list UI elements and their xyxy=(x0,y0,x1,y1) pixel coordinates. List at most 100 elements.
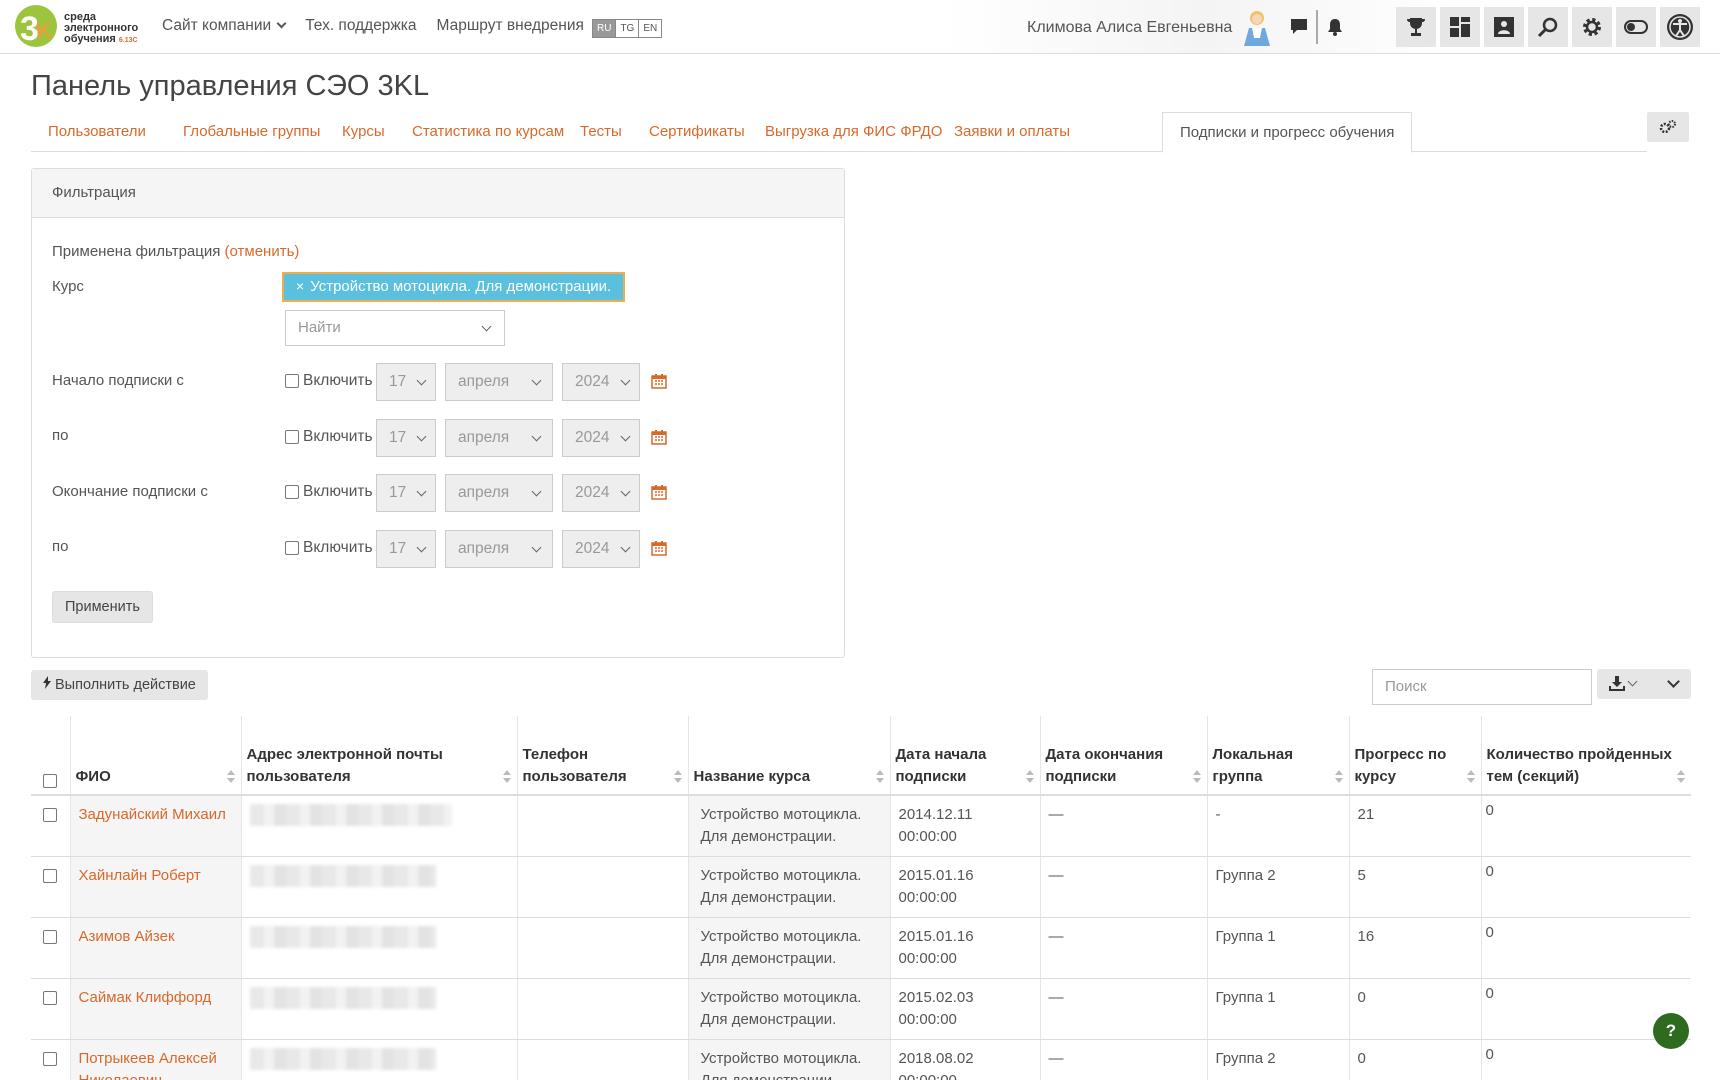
user-name-link[interactable]: Потрыкеев Алексей Николаевич xyxy=(79,1050,217,1080)
calendar-icon[interactable] xyxy=(651,373,667,389)
download-button[interactable] xyxy=(1597,669,1691,699)
help-button[interactable]: ? xyxy=(1653,1013,1689,1049)
nav-support[interactable]: Тех. поддержка xyxy=(305,17,416,35)
row-checkbox[interactable] xyxy=(43,930,58,944)
progress-cell: 16 xyxy=(1349,917,1482,979)
email-cell xyxy=(241,978,518,1040)
sort-icon[interactable] xyxy=(875,768,884,786)
calendar-icon[interactable] xyxy=(651,484,667,500)
tab-global-groups[interactable]: Глобальные группы xyxy=(166,112,337,152)
enable-label: Включить xyxy=(303,372,373,389)
lang-ru[interactable]: RU xyxy=(593,20,617,37)
execute-action-button[interactable]: Выполнить действие xyxy=(31,670,208,700)
avatar[interactable] xyxy=(1240,8,1274,48)
course-find-select[interactable]: Найти xyxy=(285,310,505,346)
col-email[interactable]: Адрес электронной почты пользователя xyxy=(241,716,518,796)
collapse-chevron-icon[interactable] xyxy=(1667,675,1680,688)
year-select[interactable]: 2024 xyxy=(562,474,640,512)
gear-icon[interactable] xyxy=(1572,7,1612,47)
col-progress[interactable]: Прогресс по курсу xyxy=(1349,716,1482,796)
enable-checkbox[interactable] xyxy=(285,541,299,555)
trophy-icon[interactable] xyxy=(1396,7,1436,47)
enable-checkbox[interactable] xyxy=(285,430,299,444)
calendar-icon[interactable] xyxy=(651,540,667,556)
email-cell xyxy=(241,856,518,918)
col-end-date[interactable]: Дата окончания подписки xyxy=(1040,716,1208,796)
select-all-checkbox[interactable] xyxy=(43,774,58,788)
calendar-icon[interactable] xyxy=(651,429,667,445)
course-filter-chip[interactable]: × Устройство мотоцикла. Для демонстрации. xyxy=(282,272,626,302)
tab-course-stats[interactable]: Статистика по курсам xyxy=(395,112,581,152)
phone-cell xyxy=(517,795,689,857)
row-checkbox[interactable] xyxy=(43,991,58,1005)
start-date-cell: 2015.01.16 00:00:00 xyxy=(890,917,1041,979)
month-select[interactable]: апреля xyxy=(445,419,553,457)
accessibility-icon[interactable] xyxy=(1660,7,1700,47)
col-start-date[interactable]: Дата начала подписки xyxy=(890,716,1041,796)
sort-icon[interactable] xyxy=(1466,768,1475,786)
apply-button[interactable]: Применить xyxy=(52,591,153,623)
close-icon[interactable]: × xyxy=(296,278,304,294)
search-input[interactable]: Поиск xyxy=(1372,669,1592,705)
end-date-cell: — xyxy=(1040,856,1208,918)
user-name-link[interactable]: Задунайский Михаил xyxy=(79,806,226,823)
tab-courses[interactable]: Курсы xyxy=(325,112,402,152)
users-board-icon[interactable] xyxy=(1484,7,1524,47)
col-local-group[interactable]: Локальная группа xyxy=(1207,716,1350,796)
sort-icon[interactable] xyxy=(502,768,511,786)
user-name-link[interactable]: Хайнлайн Роберт xyxy=(79,867,201,884)
tab-users[interactable]: Пользователи xyxy=(31,112,163,152)
row-checkbox[interactable] xyxy=(43,808,58,822)
messages-icon[interactable] xyxy=(1286,14,1312,40)
user-name[interactable]: Климова Алиса Евгеньевна xyxy=(1027,19,1232,37)
select-all-header xyxy=(31,716,71,796)
col-fio[interactable]: ФИО xyxy=(70,716,242,796)
enable-checkbox[interactable] xyxy=(285,485,299,499)
sort-icon[interactable] xyxy=(1677,768,1685,786)
sort-icon[interactable] xyxy=(1025,768,1034,786)
day-select[interactable]: 17 xyxy=(376,363,436,401)
tab-tests[interactable]: Тесты xyxy=(563,112,639,152)
tab-fis-frdo-export[interactable]: Выгрузка для ФИС ФРДО xyxy=(748,112,959,152)
row-select-cell xyxy=(31,978,71,1040)
nav-company-site[interactable]: Сайт компании xyxy=(162,17,287,35)
row-checkbox[interactable] xyxy=(43,869,58,883)
nav-implementation-route[interactable]: Маршрут внедрения xyxy=(437,17,584,35)
sort-icon[interactable] xyxy=(226,768,235,786)
month-select[interactable]: апреля xyxy=(445,530,553,568)
bell-icon[interactable] xyxy=(1322,14,1348,40)
year-select[interactable]: 2024 xyxy=(562,530,640,568)
tab-orders-payments[interactable]: Заявки и оплаты xyxy=(937,112,1087,152)
user-name-link[interactable]: Саймак Клиффорд xyxy=(79,989,212,1006)
dashboard-icon[interactable] xyxy=(1440,7,1480,47)
lang-en[interactable]: EN xyxy=(639,20,661,37)
day-select[interactable]: 17 xyxy=(376,419,436,457)
tab-subscriptions-progress[interactable]: Подписки и прогресс обучения xyxy=(1162,112,1413,153)
year-select[interactable]: 2024 xyxy=(562,363,640,401)
settings-gears-button[interactable] xyxy=(1647,112,1689,142)
month-select[interactable]: апреля xyxy=(445,363,553,401)
sort-icon[interactable] xyxy=(673,768,682,786)
day-select[interactable]: 17 xyxy=(376,474,436,512)
col-course-name[interactable]: Название курса xyxy=(688,716,891,796)
year-select[interactable]: 2024 xyxy=(562,419,640,457)
email-cell xyxy=(241,1039,518,1080)
enable-checkbox[interactable] xyxy=(285,374,299,388)
toggle-theme-icon[interactable] xyxy=(1616,7,1656,47)
col-topics-count[interactable]: Количество пройденных тем (секций) xyxy=(1481,716,1691,796)
sort-icon[interactable] xyxy=(1192,768,1201,786)
logo[interactable]: 3 K среда электронного обучения 6.13C xyxy=(14,2,144,52)
day-select[interactable]: 17 xyxy=(376,530,436,568)
start-date-cell: 2014.12.11 00:00:00 xyxy=(890,795,1041,857)
col-phone[interactable]: Телефон пользователя xyxy=(517,716,689,796)
topics-cell: 0 xyxy=(1481,917,1691,979)
lang-tg[interactable]: TG xyxy=(616,20,640,37)
row-checkbox[interactable] xyxy=(43,1052,58,1066)
search-icon[interactable] xyxy=(1528,7,1568,47)
month-select[interactable]: апреля xyxy=(445,474,553,512)
user-name-link[interactable]: Азимов Айзек xyxy=(79,928,175,945)
filter-heading: Фильтрация xyxy=(32,169,844,218)
tab-certificates[interactable]: Сертификаты xyxy=(632,112,762,152)
cancel-filter-link[interactable]: (отменить) xyxy=(225,243,300,260)
sort-icon[interactable] xyxy=(1334,768,1343,786)
